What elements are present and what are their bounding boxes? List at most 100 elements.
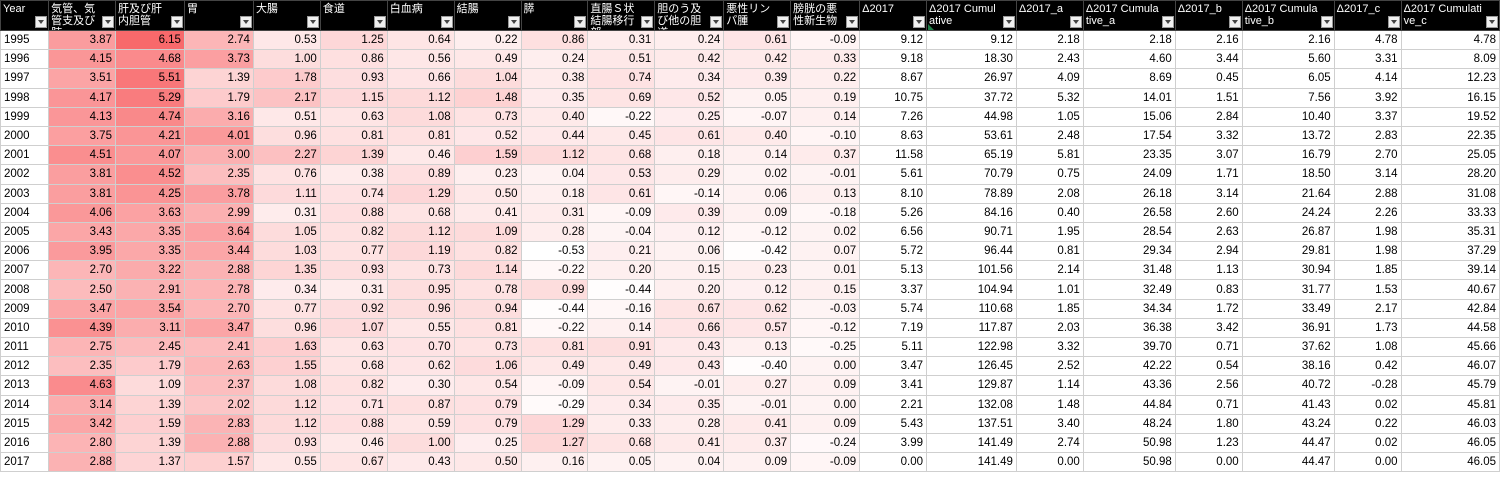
value-cell[interactable]: 39.14 — [1400, 260, 1500, 281]
value-cell[interactable]: 0.25 — [453, 432, 522, 454]
value-cell[interactable]: 4.60 — [1082, 49, 1176, 70]
value-cell[interactable]: 2.27 — [252, 145, 321, 166]
value-cell[interactable]: 3.14 — [1174, 183, 1243, 204]
value-cell[interactable]: 90.71 — [926, 221, 1017, 243]
value-cell[interactable]: 1.85 — [1015, 298, 1084, 319]
value-cell[interactable]: 0.00 — [859, 452, 928, 473]
value-cell[interactable]: 0.18 — [520, 183, 589, 204]
value-cell[interactable]: 32.49 — [1082, 279, 1176, 300]
value-cell[interactable]: 0.63 — [319, 106, 388, 127]
value-cell[interactable]: 132.08 — [926, 394, 1017, 415]
value-cell[interactable]: 0.57 — [723, 317, 792, 339]
value-cell[interactable]: 4.63 — [48, 375, 116, 396]
value-cell[interactable]: 0.75 — [1015, 164, 1084, 185]
value-cell[interactable]: 4.17 — [48, 87, 116, 108]
value-cell[interactable]: 0.88 — [319, 202, 388, 223]
value-cell[interactable]: 0.81 — [520, 336, 589, 358]
value-cell[interactable]: 3.51 — [48, 68, 116, 89]
value-cell[interactable]: 4.21 — [114, 125, 185, 147]
value-cell[interactable]: 3.42 — [48, 413, 116, 434]
value-cell[interactable]: 141.49 — [926, 432, 1017, 454]
value-cell[interactable]: 4.13 — [48, 106, 116, 127]
value-cell[interactable]: -0.22 — [520, 317, 589, 339]
value-cell[interactable]: 3.35 — [114, 221, 185, 243]
year-cell[interactable]: 2012 — [0, 356, 50, 377]
value-cell[interactable]: 0.40 — [520, 106, 589, 127]
value-cell[interactable]: 50.98 — [1082, 452, 1176, 473]
value-cell[interactable]: 18.50 — [1241, 164, 1335, 185]
value-cell[interactable]: 0.41 — [453, 202, 522, 223]
value-cell[interactable]: 30.94 — [1241, 260, 1335, 281]
value-cell[interactable]: 0.31 — [587, 29, 656, 51]
value-cell[interactable]: 1.39 — [114, 432, 185, 454]
value-cell[interactable]: 2.52 — [1015, 356, 1084, 377]
value-cell[interactable]: 50.98 — [1082, 432, 1176, 454]
column-header-3[interactable]: 胃 — [183, 0, 254, 31]
value-cell[interactable]: 2.18 — [1015, 29, 1084, 51]
value-cell[interactable]: -0.01 — [723, 394, 792, 415]
value-cell[interactable]: 0.68 — [587, 432, 656, 454]
value-cell[interactable]: -0.14 — [654, 183, 725, 204]
value-cell[interactable]: 1.08 — [1333, 336, 1402, 358]
value-cell[interactable]: 5.61 — [859, 164, 928, 185]
value-cell[interactable]: 1.01 — [1015, 279, 1084, 300]
value-cell[interactable]: 0.54 — [587, 375, 656, 396]
value-cell[interactable]: 0.20 — [654, 279, 725, 300]
value-cell[interactable]: 2.75 — [48, 336, 116, 358]
value-cell[interactable]: 28.54 — [1082, 221, 1176, 243]
value-cell[interactable]: 4.01 — [183, 125, 254, 147]
value-cell[interactable]: 0.77 — [319, 241, 388, 262]
value-cell[interactable]: 10.40 — [1241, 106, 1335, 127]
value-cell[interactable]: 1.09 — [453, 221, 522, 243]
value-cell[interactable]: 0.99 — [520, 279, 589, 300]
value-cell[interactable]: 1.72 — [1174, 298, 1243, 319]
value-cell[interactable]: 46.05 — [1400, 452, 1500, 473]
year-cell[interactable]: 2014 — [0, 394, 50, 415]
value-cell[interactable]: 5.60 — [1241, 49, 1335, 70]
value-cell[interactable]: 1.05 — [252, 221, 321, 243]
value-cell[interactable]: 3.14 — [48, 394, 116, 415]
value-cell[interactable]: 0.87 — [386, 394, 455, 415]
value-cell[interactable]: 4.09 — [1015, 68, 1084, 89]
value-cell[interactable]: 0.13 — [723, 336, 792, 358]
filter-dropdown-icon[interactable] — [306, 16, 319, 28]
value-cell[interactable]: 2.91 — [114, 279, 185, 300]
value-cell[interactable]: 0.31 — [520, 202, 589, 223]
value-cell[interactable]: 0.25 — [654, 106, 725, 127]
filter-dropdown-icon[interactable] — [1002, 16, 1015, 28]
value-cell[interactable]: 5.43 — [859, 413, 928, 434]
value-cell[interactable]: 0.41 — [654, 432, 725, 454]
year-cell[interactable]: 2003 — [0, 183, 50, 204]
value-cell[interactable]: 0.14 — [587, 317, 656, 339]
value-cell[interactable]: 2.16 — [1241, 29, 1335, 51]
year-cell[interactable]: 2008 — [0, 279, 50, 300]
value-cell[interactable]: 2.16 — [1174, 29, 1243, 51]
value-cell[interactable]: 1.35 — [252, 260, 321, 281]
value-cell[interactable]: 126.45 — [926, 356, 1017, 377]
value-cell[interactable]: 0.30 — [386, 375, 455, 396]
value-cell[interactable]: 2.63 — [1174, 221, 1243, 243]
value-cell[interactable]: 2.35 — [183, 164, 254, 185]
value-cell[interactable]: 31.08 — [1400, 183, 1500, 204]
value-cell[interactable]: 1.63 — [252, 336, 321, 358]
value-cell[interactable]: 0.50 — [453, 452, 522, 473]
filter-dropdown-icon[interactable] — [846, 16, 859, 28]
value-cell[interactable]: 16.15 — [1400, 87, 1500, 108]
value-cell[interactable]: -0.09 — [587, 202, 656, 223]
value-cell[interactable]: 0.41 — [723, 413, 792, 434]
value-cell[interactable]: 0.00 — [1174, 452, 1243, 473]
value-cell[interactable]: 12.23 — [1400, 68, 1500, 89]
value-cell[interactable]: 0.09 — [790, 375, 861, 396]
value-cell[interactable]: 3.41 — [859, 375, 928, 396]
value-cell[interactable]: 0.35 — [520, 87, 589, 108]
value-cell[interactable]: 96.44 — [926, 241, 1017, 262]
value-cell[interactable]: 2.99 — [183, 202, 254, 223]
value-cell[interactable]: 0.74 — [587, 68, 656, 89]
value-cell[interactable]: 0.55 — [386, 317, 455, 339]
value-cell[interactable]: 3.16 — [183, 106, 254, 127]
column-header-8[interactable]: 膵 — [520, 0, 589, 31]
value-cell[interactable]: 0.33 — [790, 49, 861, 70]
value-cell[interactable]: 0.96 — [386, 298, 455, 319]
column-header-2[interactable]: 肝及び肝内胆管 — [114, 0, 185, 31]
value-cell[interactable]: 4.25 — [114, 183, 185, 204]
